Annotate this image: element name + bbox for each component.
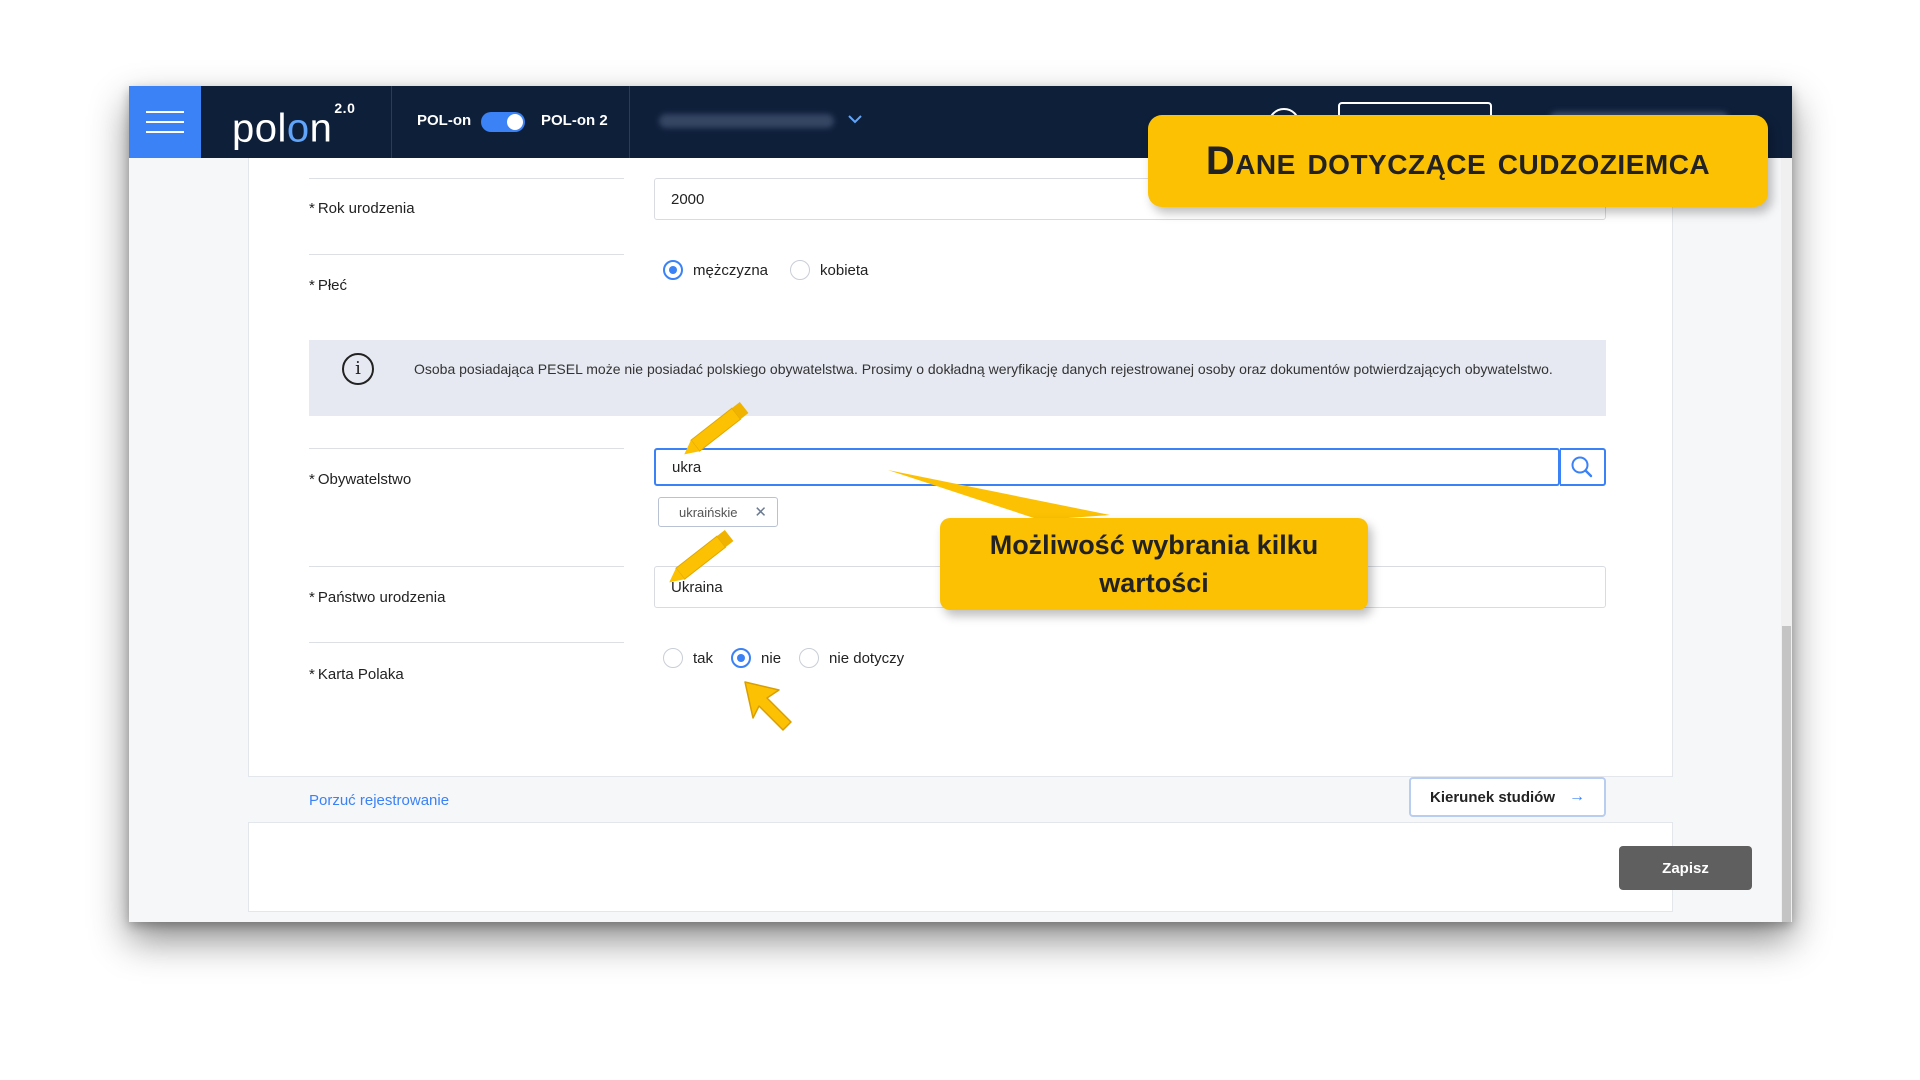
title-callout: Dane dotyczące cudzoziemca: [1148, 115, 1768, 207]
callout-pointer: [888, 470, 1110, 520]
pencil-icon: [669, 530, 734, 583]
cursor-arrow-icon: [744, 681, 792, 731]
note-callout: Możliwość wybrania kilku wartości: [940, 518, 1368, 610]
pencil-icon: [684, 402, 749, 455]
